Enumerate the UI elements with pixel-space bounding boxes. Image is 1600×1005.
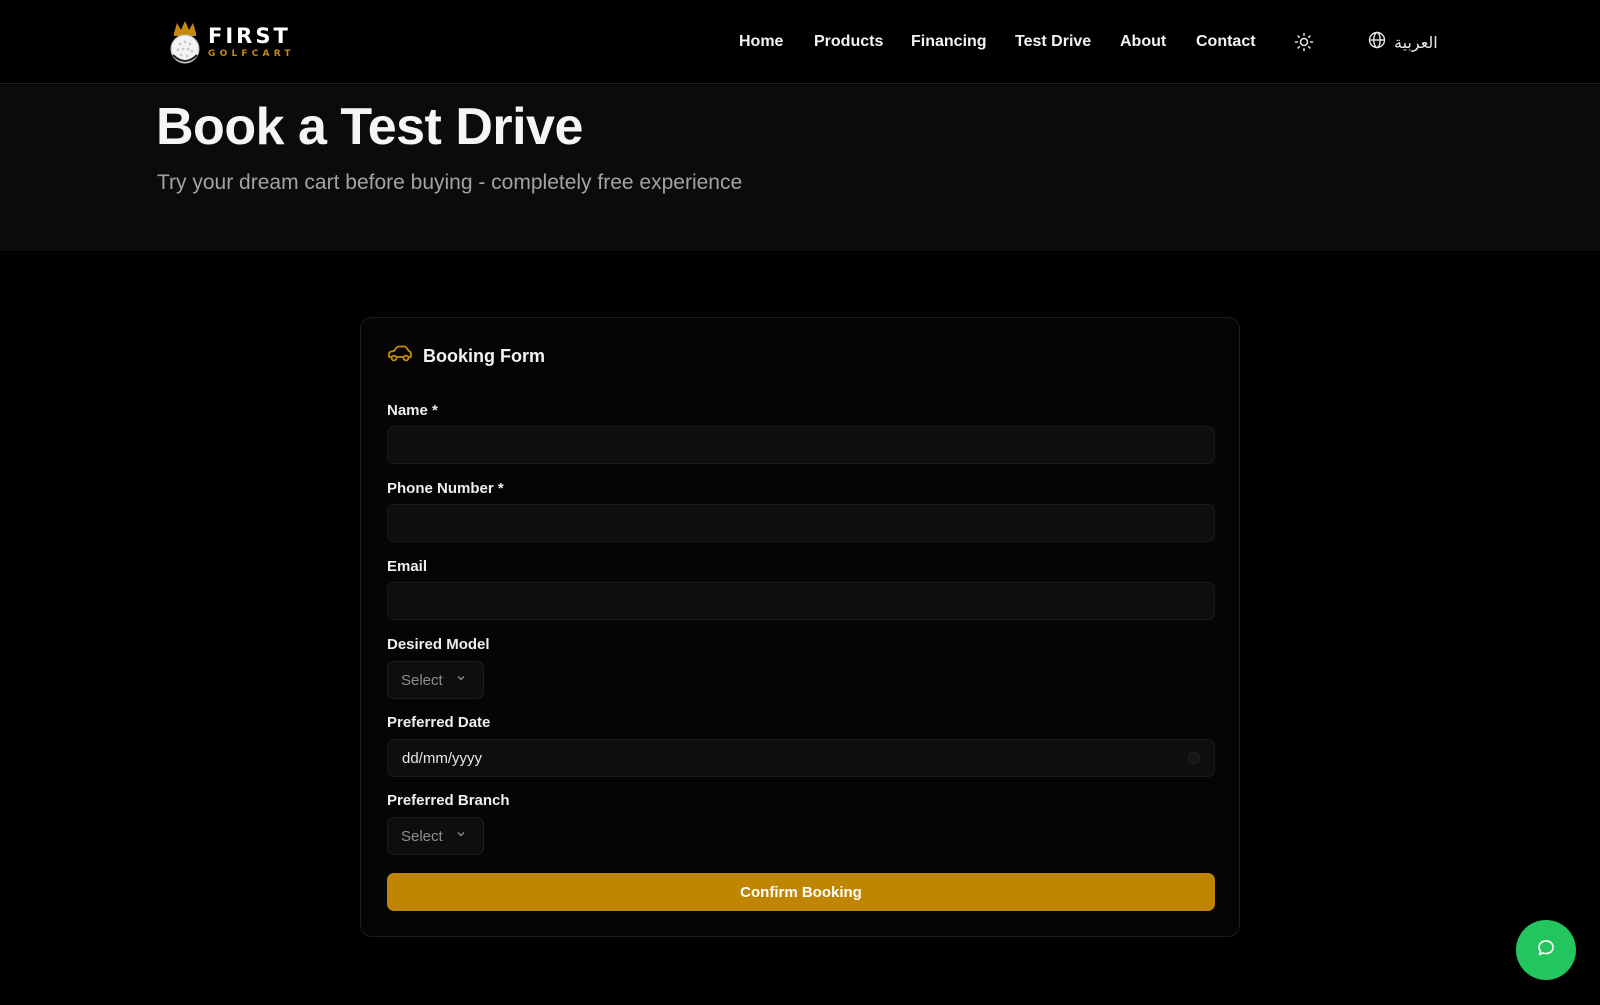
booking-form-header: Booking Form	[387, 344, 545, 368]
model-label: Desired Model	[387, 636, 490, 653]
hero-section: Book a Test Drive Try your dream cart be…	[0, 85, 1600, 251]
nav-financing[interactable]: Financing	[911, 30, 987, 54]
model-select[interactable]: Select	[387, 661, 484, 699]
nav-products[interactable]: Products	[814, 30, 883, 54]
golf-ball-crown-icon	[168, 19, 202, 65]
page-title: Book a Test Drive	[156, 98, 583, 156]
date-placeholder: dd/mm/yyyy	[402, 749, 483, 767]
email-field[interactable]	[387, 582, 1215, 620]
theme-toggle-sun-icon[interactable]	[1294, 32, 1314, 52]
page-subtitle: Try your dream cart before buying - comp…	[157, 171, 743, 194]
name-field[interactable]	[387, 426, 1215, 464]
nav-test-drive[interactable]: Test Drive	[1015, 30, 1091, 54]
chat-bubble-icon	[1536, 938, 1556, 963]
nav-contact[interactable]: Contact	[1196, 30, 1256, 54]
branch-label: Preferred Branch	[387, 792, 510, 809]
chevron-down-icon	[455, 671, 467, 689]
name-label: Name *	[387, 402, 438, 419]
booking-form-title: Booking Form	[423, 345, 545, 366]
car-icon	[387, 345, 413, 368]
branch-select-value: Select	[401, 827, 443, 845]
branch-select[interactable]: Select	[387, 817, 484, 855]
model-select-value: Select	[401, 671, 443, 689]
calendar-icon[interactable]	[1188, 752, 1200, 764]
nav-home[interactable]: Home	[739, 30, 783, 54]
chevron-down-icon	[455, 827, 467, 845]
brand-title: FIRST	[208, 23, 291, 48]
date-field[interactable]: dd/mm/yyyy	[387, 739, 1215, 777]
language-switcher[interactable]: العربية	[1368, 30, 1438, 54]
globe-icon	[1368, 31, 1386, 54]
email-label: Email	[387, 558, 428, 575]
phone-field[interactable]	[387, 504, 1215, 542]
nav-about[interactable]: About	[1120, 30, 1166, 54]
date-label: Preferred Date	[387, 714, 491, 731]
brand-logo[interactable]: FIRST GOLFCART	[168, 18, 295, 66]
confirm-booking-button[interactable]: Confirm Booking	[387, 873, 1215, 911]
chat-button[interactable]	[1516, 920, 1576, 980]
language-label: العربية	[1394, 32, 1438, 52]
site-header: FIRST GOLFCART Home Products Financing T…	[0, 0, 1600, 84]
brand-subtitle: GOLFCART	[208, 48, 295, 59]
booking-form-card: Booking Form Name * Phone Number * Email…	[360, 317, 1240, 937]
phone-label: Phone Number *	[387, 480, 504, 497]
